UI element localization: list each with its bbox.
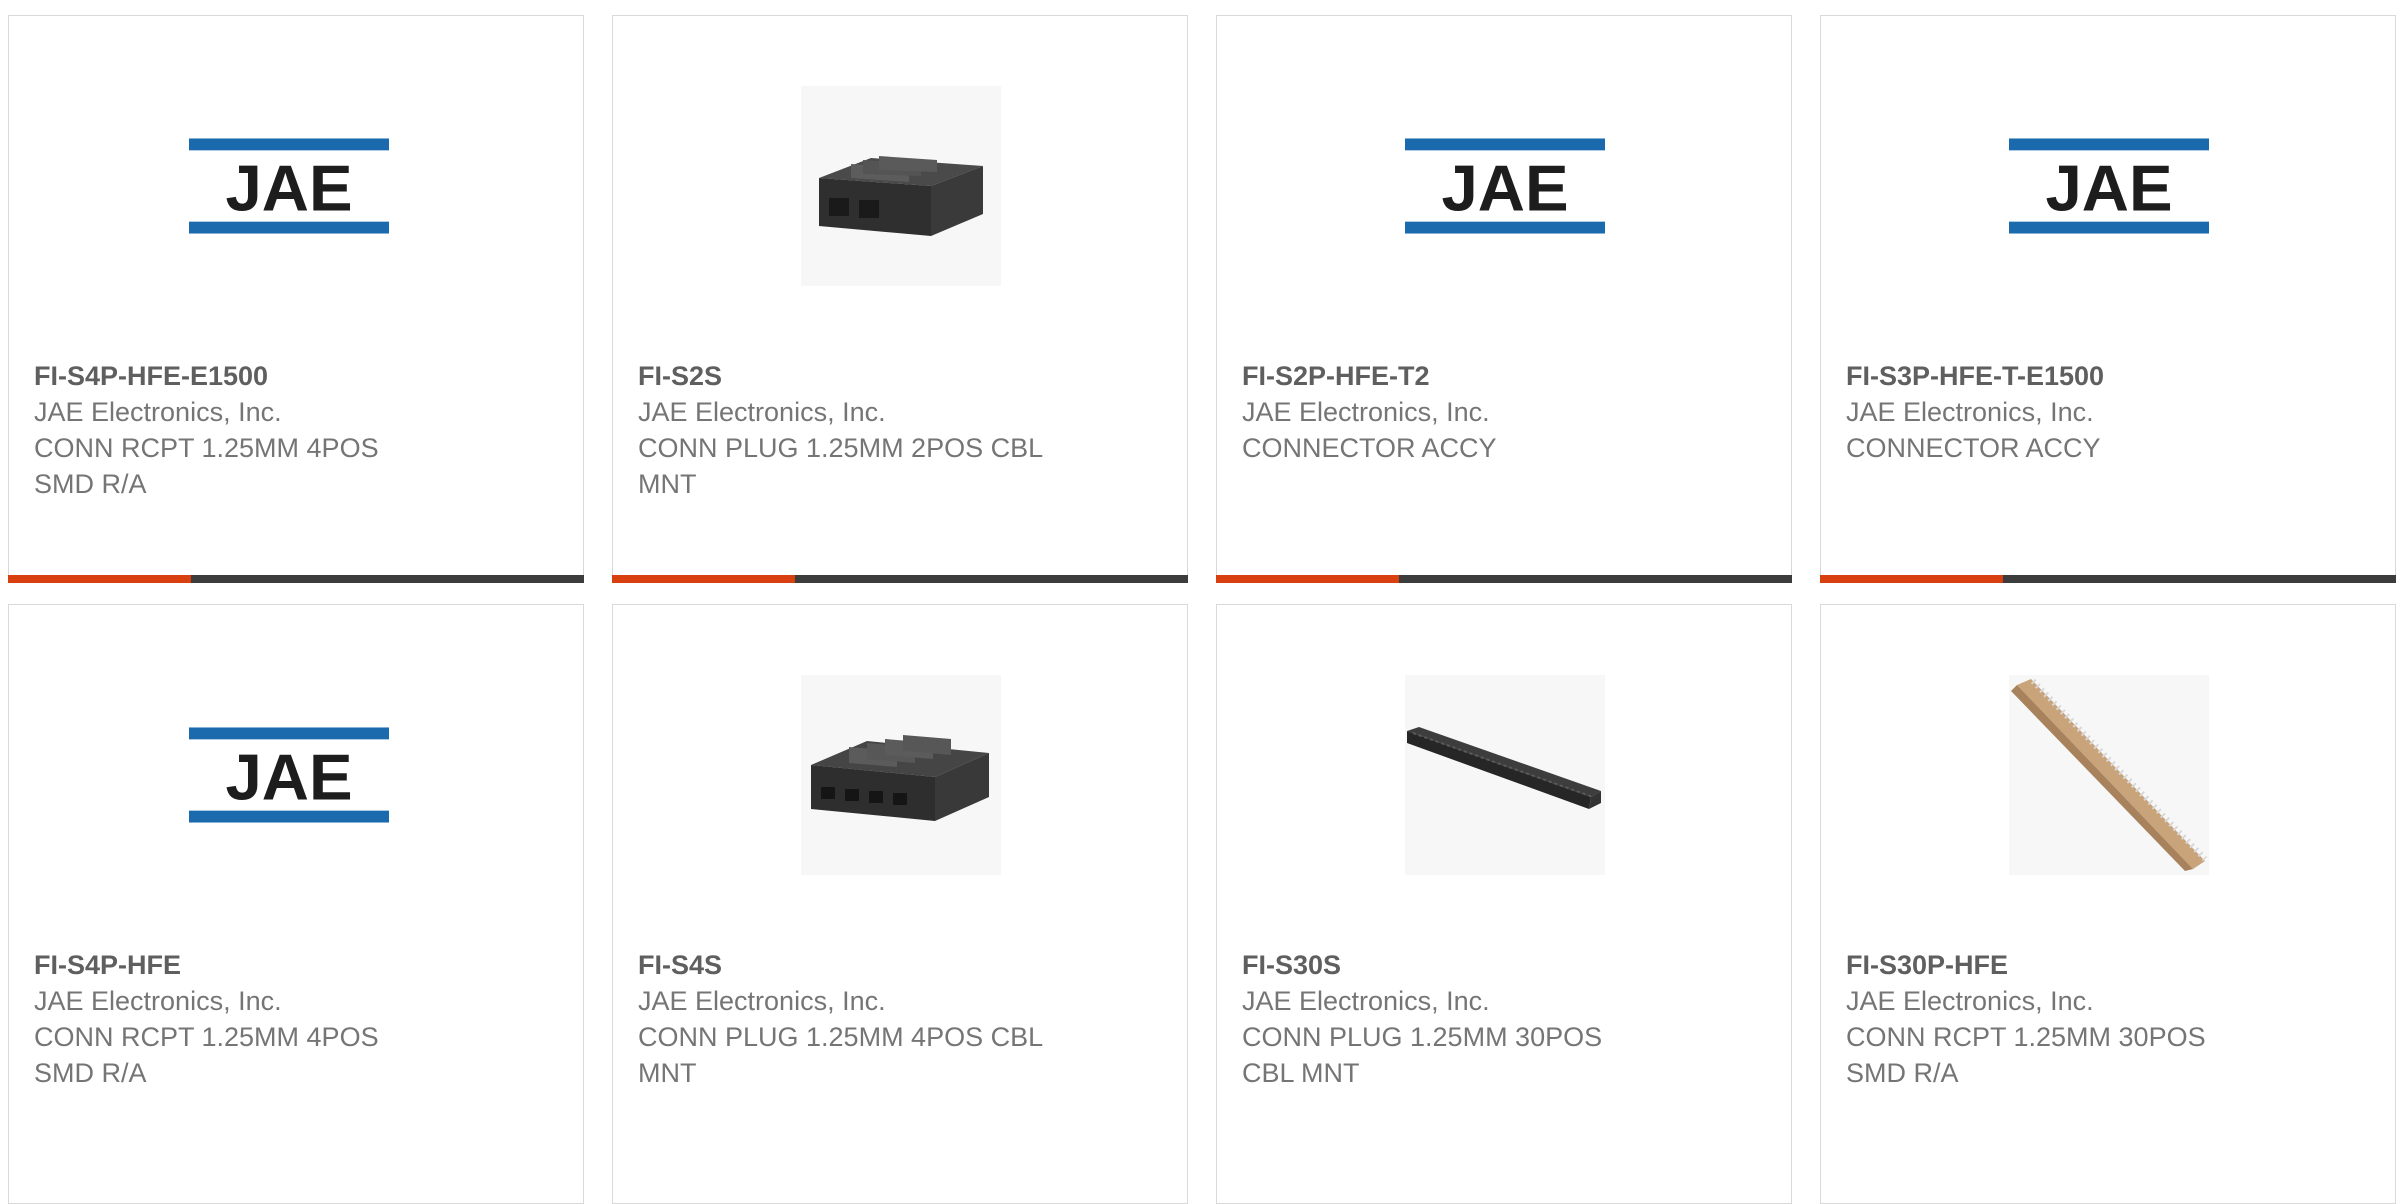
description-line-2: SMD R/A xyxy=(1846,1058,1959,1088)
connector-plug-30pos-image xyxy=(1405,675,1605,875)
part-number[interactable]: FI-S2S xyxy=(638,358,1058,394)
manufacturer: JAE Electronics, Inc. xyxy=(638,986,886,1016)
manufacturer: JAE Electronics, Inc. xyxy=(34,986,282,1016)
jae-logo-text: JAE xyxy=(1441,152,1568,225)
part-number[interactable]: FI-S4S xyxy=(638,947,1058,983)
manufacturer: JAE Electronics, Inc. xyxy=(1846,986,2094,1016)
connector-plug-4pos-image xyxy=(801,675,1001,875)
manufacturer: JAE Electronics, Inc. xyxy=(1846,397,2094,427)
part-number[interactable]: FI-S4P-HFE xyxy=(34,947,454,983)
description-line-1: CONN PLUG 1.25MM 2POS CBL xyxy=(638,433,1044,463)
product-grid: JAE FI-S4P-HFE-E1500 JAE Electronics, In… xyxy=(8,15,2400,1204)
manufacturer: JAE Electronics, Inc. xyxy=(34,397,282,427)
jae-logo-text: JAE xyxy=(2045,152,2172,225)
description-line-1: CONN PLUG 1.25MM 30POS xyxy=(1242,1022,1603,1052)
part-number[interactable]: FI-S30S xyxy=(1242,947,1662,983)
jae-logo-text: JAE xyxy=(225,741,352,814)
part-number[interactable]: FI-S2P-HFE-T2 xyxy=(1242,358,1662,394)
manufacturer: JAE Electronics, Inc. xyxy=(1242,397,1490,427)
card-bottom-bar xyxy=(8,575,584,583)
jae-logo: JAE xyxy=(2009,86,2209,286)
product-card[interactable]: FI-S4S JAE Electronics, Inc. CONN PLUG 1… xyxy=(612,604,1188,1204)
jae-logo: JAE xyxy=(1405,86,1605,286)
connector-plug-2pos-image xyxy=(801,86,1001,286)
product-card[interactable]: FI-S30S JAE Electronics, Inc. CONN PLUG … xyxy=(1216,604,1792,1204)
description-line-2: SMD R/A xyxy=(34,1058,147,1088)
card-bottom-bar xyxy=(612,575,1188,583)
card-accent xyxy=(8,575,191,583)
card-accent xyxy=(1820,575,2003,583)
jae-logo-text: JAE xyxy=(225,152,352,225)
product-card[interactable]: JAE FI-S2P-HFE-T2 JAE Electronics, Inc. … xyxy=(1216,15,1792,583)
product-card[interactable]: FI-S2S JAE Electronics, Inc. CONN PLUG 1… xyxy=(612,15,1188,583)
card-bottom-bar xyxy=(1820,575,2396,583)
description-line-2: CBL MNT xyxy=(1242,1058,1360,1088)
card-accent xyxy=(1216,575,1399,583)
manufacturer: JAE Electronics, Inc. xyxy=(1242,986,1490,1016)
card-accent xyxy=(612,575,795,583)
card-bottom-bar xyxy=(1216,575,1792,583)
description-line-2: MNT xyxy=(638,469,697,499)
description-line-1: CONN RCPT 1.25MM 4POS xyxy=(34,1022,379,1052)
connector-rcpt-30pos-image xyxy=(2009,675,2209,875)
product-card[interactable]: FI-S30P-HFE JAE Electronics, Inc. CONN R… xyxy=(1820,604,2396,1204)
product-card[interactable]: JAE FI-S4P-HFE JAE Electronics, Inc. CON… xyxy=(8,604,584,1204)
part-number[interactable]: FI-S4P-HFE-E1500 xyxy=(34,358,454,394)
description-line-1: CONNECTOR ACCY xyxy=(1242,433,1497,463)
part-number[interactable]: FI-S3P-HFE-T-E1500 xyxy=(1846,358,2266,394)
jae-logo: JAE xyxy=(189,675,389,875)
description-line-1: CONNECTOR ACCY xyxy=(1846,433,2101,463)
part-number[interactable]: FI-S30P-HFE xyxy=(1846,947,2266,983)
description-line-1: CONN RCPT 1.25MM 4POS xyxy=(34,433,379,463)
description-line-2: SMD R/A xyxy=(34,469,147,499)
description-line-1: CONN PLUG 1.25MM 4POS CBL xyxy=(638,1022,1044,1052)
manufacturer: JAE Electronics, Inc. xyxy=(638,397,886,427)
product-card[interactable]: JAE FI-S3P-HFE-T-E1500 JAE Electronics, … xyxy=(1820,15,2396,583)
description-line-2: MNT xyxy=(638,1058,697,1088)
jae-logo: JAE xyxy=(189,86,389,286)
description-line-1: CONN RCPT 1.25MM 30POS xyxy=(1846,1022,2206,1052)
product-card[interactable]: JAE FI-S4P-HFE-E1500 JAE Electronics, In… xyxy=(8,15,584,583)
